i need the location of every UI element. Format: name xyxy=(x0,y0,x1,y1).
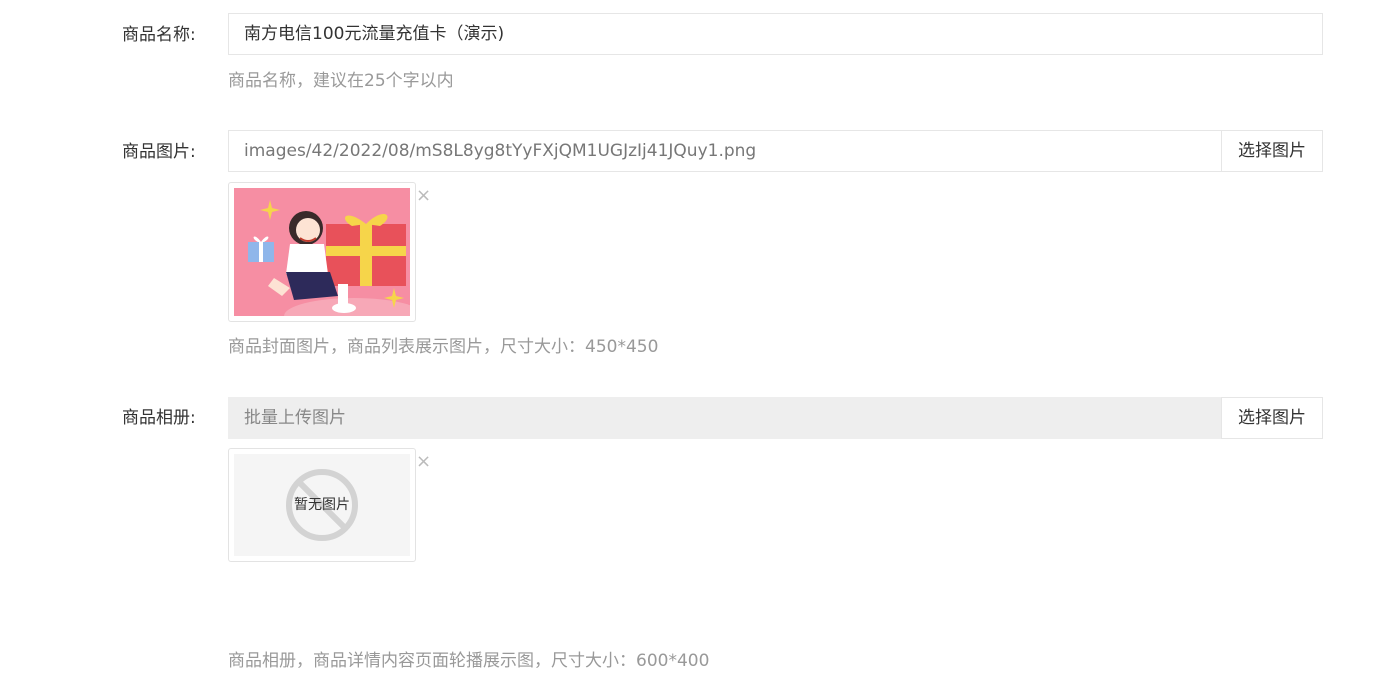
no-image-placeholder: 暂无图片 xyxy=(234,454,410,556)
select-album-image-button[interactable]: 选择图片 xyxy=(1221,397,1323,439)
product-name-help: 商品名称，建议在25个字以内 xyxy=(228,71,454,91)
remove-album-image-icon[interactable]: × xyxy=(416,453,431,471)
product-image-label: 商品图片: xyxy=(122,142,196,162)
product-name-label: 商品名称: xyxy=(122,25,196,45)
product-image-path-input[interactable]: images/42/2022/08/mS8L8yg8tYyFXjQM1UGJzI… xyxy=(228,130,1222,172)
product-name-input[interactable]: 南方电信100元流量充值卡（演示) xyxy=(228,13,1323,55)
no-image-text: 暂无图片 xyxy=(294,497,350,513)
select-image-button[interactable]: 选择图片 xyxy=(1221,130,1323,172)
remove-image-icon[interactable]: × xyxy=(416,187,431,205)
product-album-label: 商品相册: xyxy=(122,408,196,428)
product-cover-image xyxy=(234,188,424,334)
album-image-thumbnail: 暂无图片 xyxy=(228,448,416,562)
product-image-help: 商品封面图片，商品列表展示图片，尺寸大小：450*450 xyxy=(228,337,659,357)
product-image-thumbnail xyxy=(228,182,424,334)
product-album-help: 商品相册，商品详情内容页面轮播展示图，尺寸大小：600*400 xyxy=(228,651,710,671)
album-upload-input[interactable]: 批量上传图片 xyxy=(228,397,1222,439)
